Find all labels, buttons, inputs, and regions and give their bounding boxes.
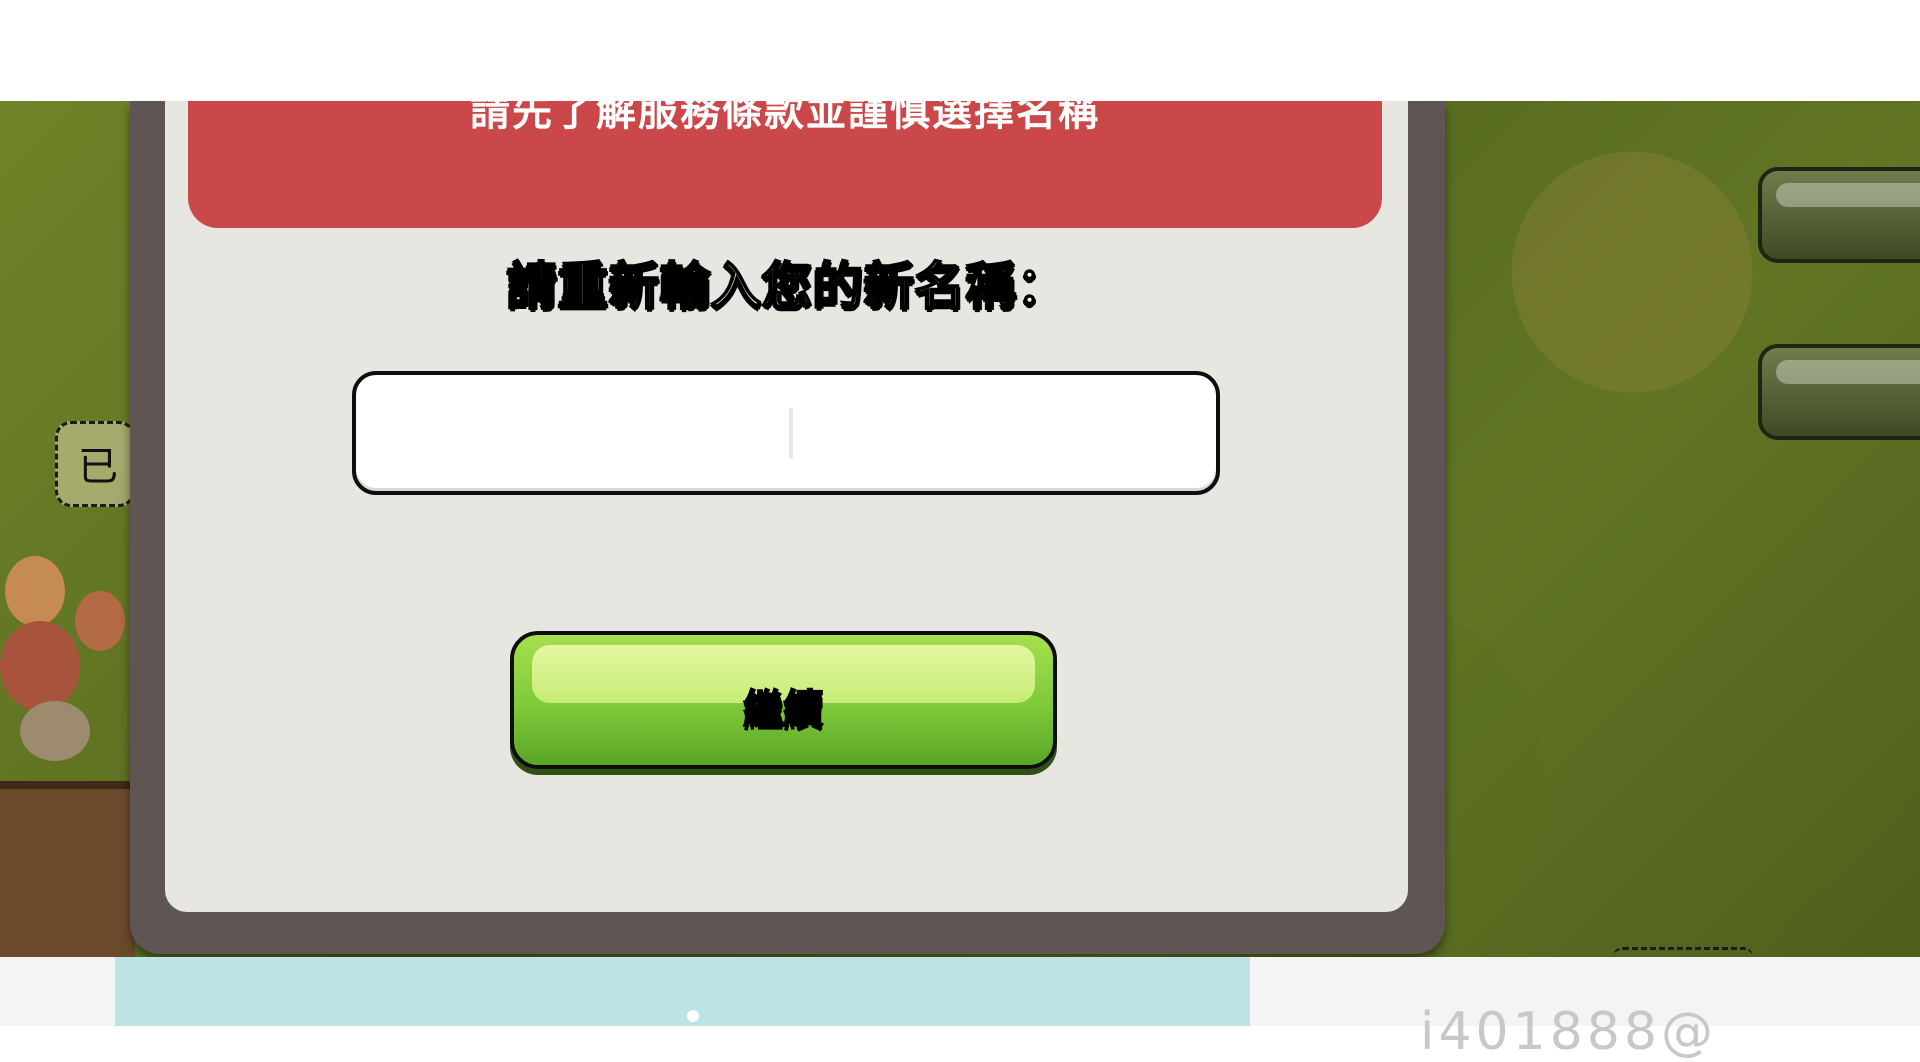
game-background: 已 請先了解服務條款並謹慎選擇名稱 請重新輸入您的新名稱： 繼續 — [0, 101, 1920, 957]
left-game-characters — [0, 551, 135, 957]
bottom-right-text: i401888@ — [1420, 1002, 1717, 1062]
text-cursor — [789, 408, 793, 458]
error-banner: 請先了解服務條款並謹慎選擇名稱 — [188, 101, 1382, 228]
new-name-prompt: 請重新輸入您的新名稱： — [506, 256, 1068, 316]
top-blank-bar — [0, 0, 1920, 101]
right-side-button-1[interactable] — [1758, 167, 1920, 263]
page-indicator-dot — [687, 1010, 699, 1022]
right-side-button-2[interactable] — [1758, 344, 1920, 440]
left-building-label: 已 — [55, 421, 135, 507]
error-banner-text: 請先了解服務條款並謹慎選擇名稱 — [470, 101, 1100, 135]
right-dashed-outline — [1613, 947, 1753, 957]
bottom-panel — [115, 957, 1250, 1026]
continue-button-label: 繼續 — [743, 686, 825, 734]
continue-button[interactable]: 繼續 — [510, 631, 1057, 769]
new-name-input[interactable] — [352, 371, 1220, 495]
